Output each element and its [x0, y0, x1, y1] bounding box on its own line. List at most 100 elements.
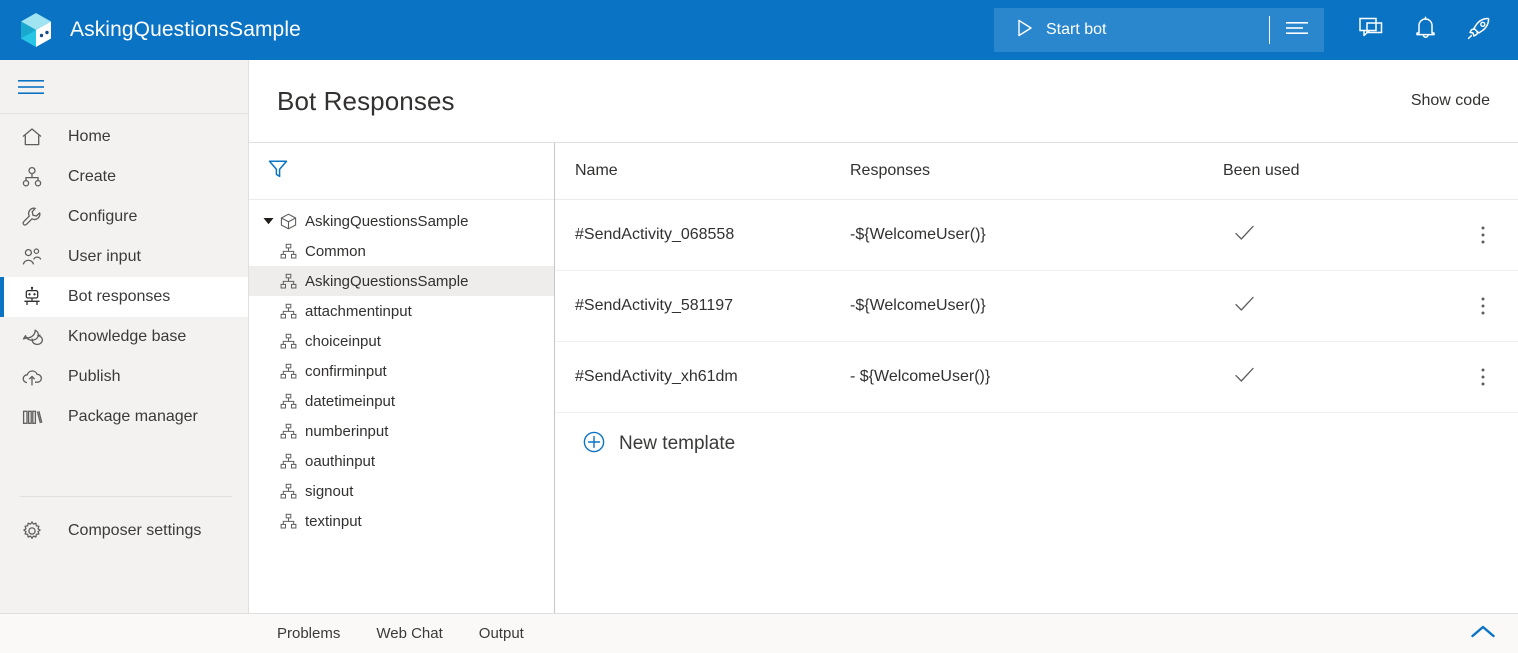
collapse-panel-button[interactable] [1470, 614, 1496, 653]
tree-item-confirminput[interactable]: confirminput [249, 356, 554, 386]
app-title: AskingQuestionsSample [70, 18, 301, 41]
table-row[interactable]: #SendActivity_068558 -${WelcomeUser()} [555, 200, 1518, 271]
cell-been-used [1223, 296, 1448, 317]
sidebar-item-package-manager[interactable]: Package manager [0, 397, 248, 437]
gear-icon [20, 519, 44, 543]
sidebar-item-label: User input [68, 248, 141, 265]
nav-flex-spacer [0, 437, 248, 493]
new-template-button[interactable]: New template [555, 413, 1518, 475]
cloud-upload-icon [20, 365, 44, 389]
sidebar-item-label: Package manager [68, 408, 198, 425]
more-vertical-icon[interactable] [1467, 290, 1499, 322]
user-input-icon [20, 245, 44, 269]
sidebar-item-home[interactable]: Home [0, 117, 248, 157]
cell-name: #SendActivity_581197 [575, 297, 734, 314]
create-flow-icon [20, 165, 44, 189]
notifications-button[interactable] [1398, 8, 1452, 52]
cell-response: -${WelcomeUser()} [850, 297, 986, 314]
dialog-tree-icon [277, 393, 299, 410]
tree-root-item[interactable]: AskingQuestionsSample [249, 206, 554, 236]
cell-name: #SendActivity_xh61dm [575, 368, 738, 385]
nav-toggle-row [0, 60, 248, 114]
dialog-tree-pane: AskingQuestionsSample Common AskingQuest… [249, 143, 555, 613]
tree-item-choiceinput[interactable]: choiceinput [249, 326, 554, 356]
tree-item-label: signout [305, 482, 354, 500]
caret-down-icon[interactable] [259, 217, 277, 225]
sidebar-item-label: Home [68, 128, 111, 145]
checkmark-icon [1235, 367, 1254, 388]
hamburger-menu-icon[interactable] [18, 79, 44, 95]
header-actions: Start bot [994, 8, 1518, 52]
start-bot-label: Start bot [1046, 21, 1107, 38]
play-icon [1016, 19, 1033, 42]
responses-table-pane: Name Responses Been used #SendActivity_0… [555, 143, 1518, 613]
tree-item-common[interactable]: Common [249, 236, 554, 266]
sidebar-item-composer-settings[interactable]: Composer settings [0, 511, 248, 551]
column-header-been-used: Been used [1223, 162, 1300, 179]
cell-name: #SendActivity_068558 [575, 226, 735, 243]
tree-item-signout[interactable]: signout [249, 476, 554, 506]
tree-item-numberinput[interactable]: numberinput [249, 416, 554, 446]
sidebar-item-bot-responses[interactable]: Bot responses [0, 277, 248, 317]
start-bot-button[interactable]: Start bot [994, 8, 1269, 52]
bell-icon [1415, 15, 1436, 45]
row-actions-cell [1448, 361, 1518, 393]
tree-item-label: numberinput [305, 422, 389, 440]
cell-been-used [1223, 367, 1448, 388]
wrench-icon [20, 205, 44, 229]
dialog-tree-icon [277, 363, 299, 380]
more-vertical-icon[interactable] [1467, 361, 1499, 393]
tree-item-datetimeinput[interactable]: datetimeinput [249, 386, 554, 416]
new-template-label: New template [619, 433, 736, 454]
table-row[interactable]: #SendActivity_xh61dm - ${WelcomeUser()} [555, 342, 1518, 413]
tree-item-label: oauthinput [305, 452, 376, 470]
more-vertical-icon[interactable] [1467, 219, 1499, 251]
show-code-link[interactable]: Show code [1411, 92, 1490, 110]
content-panes: AskingQuestionsSample Common AskingQuest… [249, 142, 1518, 613]
tree-item-askingquestionssample[interactable]: AskingQuestionsSample [249, 266, 554, 296]
sidebar-item-user-input[interactable]: User input [0, 237, 248, 277]
tree-item-label: AskingQuestionsSample [305, 272, 469, 290]
tree-item-label: textinput [305, 512, 362, 530]
checkmark-icon [1235, 225, 1254, 246]
row-actions-cell [1448, 219, 1518, 251]
robot-icon [20, 285, 44, 309]
tab-web-chat[interactable]: Web Chat [376, 625, 442, 642]
sidebar-item-configure[interactable]: Configure [0, 197, 248, 237]
tab-problems[interactable]: Problems [277, 625, 340, 642]
sidebar-item-create[interactable]: Create [0, 157, 248, 197]
composer-app-window: AskingQuestionsSample Start bot Home Cre… [0, 0, 1518, 653]
cell-response: - ${WelcomeUser()} [850, 368, 991, 385]
main-content: Bot Responses Show code AskingQuestionsS… [249, 60, 1518, 613]
tab-output[interactable]: Output [479, 625, 524, 642]
left-navigation: Home Create Configure User input Bot res… [0, 60, 249, 613]
whats-new-button[interactable] [1452, 8, 1506, 52]
checkmark-icon [1235, 296, 1254, 317]
start-bot-options-button[interactable] [1270, 8, 1324, 52]
tree-item-attachmentinput[interactable]: attachmentinput [249, 296, 554, 326]
cell-been-used [1223, 225, 1448, 246]
dialog-tree-icon [277, 513, 299, 530]
tree-root-label: AskingQuestionsSample [305, 212, 469, 230]
tree-item-label: confirminput [305, 362, 387, 380]
rocket-icon [1467, 16, 1491, 45]
tree-item-textinput[interactable]: textinput [249, 506, 554, 536]
sidebar-item-knowledge-base[interactable]: Knowledge base [0, 317, 248, 357]
sidebar-item-publish[interactable]: Publish [0, 357, 248, 397]
dialog-tree-icon [277, 333, 299, 350]
dialog-tree-icon [277, 273, 299, 290]
page-title: Bot Responses [277, 85, 455, 116]
chat-bubble-icon [1359, 17, 1383, 44]
web-chat-button[interactable] [1344, 8, 1398, 52]
tree-item-label: choiceinput [305, 332, 381, 350]
start-bot-divider [1269, 16, 1270, 44]
composer-cube-logo [16, 10, 56, 50]
sidebar-item-label: Knowledge base [68, 328, 187, 345]
bot-project-cube-icon [277, 213, 299, 230]
chevron-up-icon [1470, 624, 1496, 645]
tree-item-oauthinput[interactable]: oauthinput [249, 446, 554, 476]
filter-funnel-icon[interactable] [267, 158, 289, 185]
table-row[interactable]: #SendActivity_581197 -${WelcomeUser()} [555, 271, 1518, 342]
sidebar-item-label: Publish [68, 368, 121, 385]
books-icon [20, 405, 44, 429]
